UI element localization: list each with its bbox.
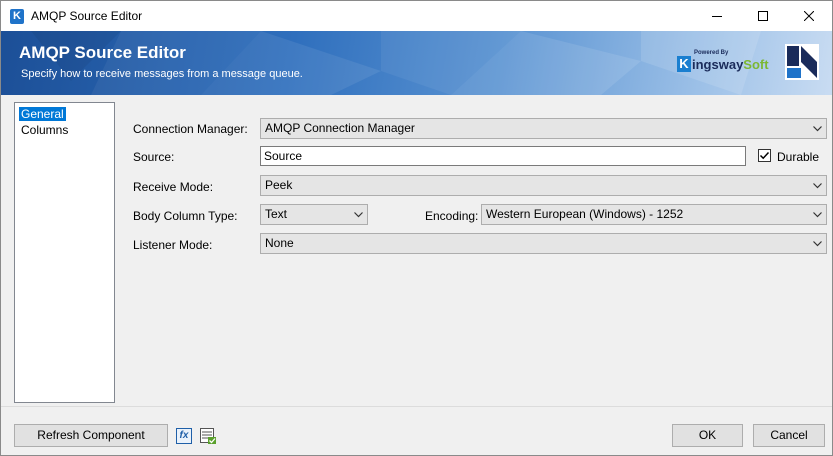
chevron-down-icon [813,183,822,189]
body-column-type-label: Body Column Type: [133,209,238,223]
window-title: AMQP Source Editor [31,9,143,23]
ok-button[interactable]: OK [672,424,743,447]
receive-mode-dropdown[interactable]: Peek [260,175,827,196]
body-column-type-dropdown[interactable]: Text [260,204,368,225]
encoding-value: Western European (Windows) - 1252 [486,207,684,221]
minimize-icon [712,16,722,17]
footer-divider [1,406,832,407]
receive-mode-label: Receive Mode: [133,180,214,194]
source-label: Source: [133,150,175,164]
maximize-button[interactable] [740,1,786,31]
banner-subtitle: Specify how to receive messages from a m… [21,68,303,80]
kingswaysoft-logo: Powered By K ingswaySoft [677,50,769,78]
chevron-down-icon [813,212,822,218]
chevron-down-icon [354,212,363,218]
listener-mode-value: None [265,236,294,250]
expression-fx-icon[interactable]: fx [176,428,192,444]
column-mapping-icon[interactable] [200,428,216,444]
close-button[interactable] [786,1,832,31]
encoding-label: Encoding: [425,209,479,223]
receive-mode-value: Peek [265,178,293,192]
nav-item-general[interactable]: General [19,107,66,121]
dialog-window: K AMQP Source Editor AMQP Source Editor … [0,0,833,456]
durable-label[interactable]: Durable [777,150,819,164]
ssis-component-icon [785,44,819,80]
minimize-button[interactable] [694,1,740,31]
connection-manager-label: Connection Manager: [133,122,248,136]
refresh-component-button[interactable]: Refresh Component [14,424,168,447]
logo-ingsway: ingsway [692,57,744,72]
cancel-button[interactable]: Cancel [753,424,825,447]
nav-item-columns[interactable]: Columns [19,123,70,137]
durable-checkbox[interactable] [758,149,771,162]
listener-mode-dropdown[interactable]: None [260,233,827,254]
source-input[interactable]: Source [260,146,746,166]
chevron-down-icon [813,241,822,247]
body-column-type-value: Text [265,207,288,221]
connection-manager-dropdown[interactable]: AMQP Connection Manager [260,118,827,139]
logo-soft: Soft [743,57,769,72]
page-list[interactable]: General Columns [14,102,115,403]
banner-title: AMQP Source Editor [19,43,186,62]
encoding-dropdown[interactable]: Western European (Windows) - 1252 [481,204,827,225]
kingswaysoft-app-icon: K [10,9,24,24]
logo-wordmark: ingswaySoft [692,57,769,72]
connection-manager-value: AMQP Connection Manager [265,121,415,135]
logo-k-badge: K [677,56,691,72]
title-bar[interactable]: K AMQP Source Editor [1,1,832,31]
maximize-icon [758,11,768,21]
chevron-down-icon [813,126,822,132]
logo-powered-by: Powered By [694,50,729,56]
checkmark-icon [759,151,770,160]
header-banner: AMQP Source Editor Specify how to receiv… [1,31,832,95]
close-icon [804,11,814,21]
listener-mode-label: Listener Mode: [133,238,213,252]
